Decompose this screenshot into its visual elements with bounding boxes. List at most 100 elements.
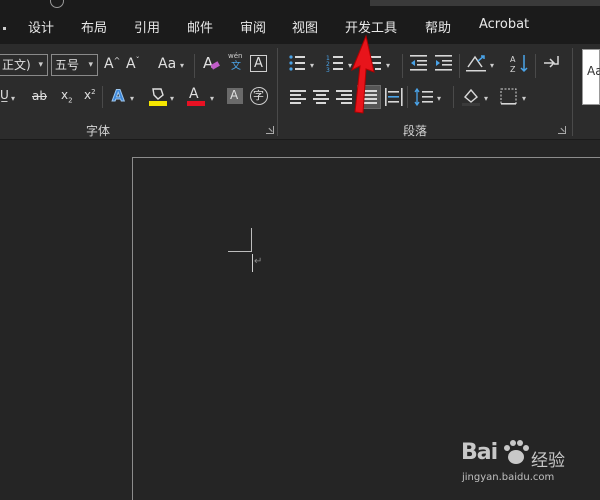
divider (407, 86, 408, 108)
sort-icon[interactable]: A Z (510, 53, 530, 75)
circle-icon[interactable] (50, 0, 64, 8)
chevron-down-icon[interactable]: ▾ (170, 94, 174, 103)
align-left-icon[interactable] (290, 90, 306, 104)
change-case-icon: Aa (158, 56, 177, 72)
svg-text:Z: Z (510, 65, 516, 74)
tab-view[interactable]: 视图 (292, 17, 318, 36)
chevron-down-icon[interactable]: ▾ (310, 61, 314, 70)
multilevel-list-icon[interactable] (364, 54, 382, 72)
phonetic-guide-button[interactable]: wén 文 (228, 53, 244, 73)
superscript-button[interactable]: x2 (84, 89, 96, 102)
numbering-icon[interactable]: 1 2 3 (326, 54, 344, 72)
chevron-down-icon[interactable]: ▾ (210, 94, 214, 103)
shrink-font-button[interactable]: Aˇ (126, 56, 140, 72)
strikethrough-icon: ab (32, 89, 47, 103)
paragraph-group-label: 段落 (403, 124, 428, 138)
chevron-down-icon[interactable]: ▾ (386, 61, 390, 70)
strikethrough-button[interactable]: ab (32, 90, 47, 102)
chevron-down-icon[interactable]: ▾ (348, 61, 352, 70)
borders-icon[interactable] (500, 88, 518, 106)
baidu-watermark: Bai 经验 jingyan.baidu.com (459, 436, 589, 492)
font-color-swatch (187, 101, 205, 106)
watermark-suffix: 经验 (531, 451, 565, 471)
distributed-icon[interactable] (385, 88, 403, 106)
svg-text:A: A (510, 55, 516, 64)
subscript-button[interactable]: x2 (61, 89, 73, 104)
caret-down-icon: ˇ (135, 56, 140, 65)
align-center-icon[interactable] (313, 90, 329, 104)
align-right-icon[interactable] (336, 90, 352, 104)
divider (459, 54, 460, 78)
tab-developer[interactable]: 开发工具 (345, 17, 397, 36)
group-divider (572, 48, 573, 136)
tab-review[interactable]: 审阅 (240, 17, 266, 36)
character-border-button[interactable]: A (250, 55, 267, 72)
style-gallery-item[interactable]: Aa (582, 49, 600, 105)
chevron-down-icon[interactable]: ▾ (437, 94, 441, 103)
ribbon: 正文) ▾ 五号 ▾ A^ Aˇ Aa ▾ A wén 文 A U̲ ▾ ab … (0, 44, 600, 140)
font-color-button[interactable]: A (186, 86, 206, 108)
style-preview-text: Aa (587, 64, 600, 78)
increase-indent-icon[interactable] (435, 55, 453, 71)
margin-corner-mark (251, 228, 252, 252)
highlighter-icon[interactable] (148, 86, 168, 108)
underline-icon: U̲ (0, 88, 9, 102)
font-name-value: 正文) (2, 58, 31, 72)
menu-edge-icon (3, 27, 6, 30)
text-effects-icon: A (111, 86, 125, 105)
decrease-indent-icon[interactable] (410, 55, 428, 71)
divider (453, 86, 454, 108)
character-shading-button[interactable]: A (227, 88, 243, 104)
chevron-down-icon[interactable]: ▾ (490, 61, 494, 70)
line-spacing-icon[interactable] (414, 88, 434, 106)
font-size-value: 五号 (55, 58, 80, 72)
enclose-char-icon: 字 (253, 89, 264, 102)
clear-formatting-icon[interactable]: A (202, 53, 220, 73)
tab-acrobat[interactable]: Acrobat (479, 17, 529, 32)
search-box[interactable] (370, 0, 600, 6)
pinyin-bottom-text: 文 (231, 61, 241, 72)
enclose-characters-button[interactable]: 字 (250, 87, 268, 105)
justify-icon (361, 90, 377, 104)
font-color-icon: A (189, 86, 199, 102)
chevron-down-icon: ▾ (38, 60, 43, 70)
tab-references[interactable]: 引用 (134, 17, 160, 36)
chevron-down-icon[interactable]: ▾ (484, 94, 488, 103)
chevron-down-icon[interactable]: ▾ (180, 61, 184, 70)
show-formatting-marks-icon[interactable] (542, 54, 562, 72)
chevron-down-icon[interactable]: ▾ (130, 94, 134, 103)
tab-layout[interactable]: 布局 (81, 17, 107, 36)
grow-font-button[interactable]: A^ (104, 56, 120, 72)
word-window: 设计 布局 引用 邮件 审阅 视图 开发工具 帮助 Acrobat 正文) ▾ … (0, 0, 600, 500)
asian-layout-icon[interactable] (466, 53, 488, 73)
shrink-font-icon: A (126, 56, 136, 72)
font-name-combo[interactable]: 正文) ▾ (0, 54, 48, 76)
font-dialog-launcher-icon[interactable] (266, 126, 274, 134)
divider (535, 54, 536, 78)
border-char-icon: A (254, 56, 263, 71)
pinyin-top-text: wén (228, 52, 243, 60)
paragraph-shading-icon[interactable] (461, 87, 481, 107)
font-size-combo[interactable]: 五号 ▾ (51, 54, 98, 76)
svg-text:A: A (203, 54, 214, 72)
tab-help[interactable]: 帮助 (425, 17, 451, 36)
ribbon-tab-bar: 设计 布局 引用 邮件 审阅 视图 开发工具 帮助 Acrobat (0, 10, 600, 44)
justify-button[interactable] (357, 85, 381, 109)
tab-mailings[interactable]: 邮件 (187, 17, 213, 36)
chevron-down-icon[interactable]: ▾ (11, 94, 15, 103)
bullets-icon[interactable] (288, 54, 306, 72)
chevron-down-icon[interactable]: ▾ (522, 94, 526, 103)
change-case-button[interactable]: Aa (158, 57, 176, 71)
subscript-mark: 2 (68, 96, 73, 105)
tab-design[interactable]: 设计 (28, 17, 54, 36)
text-effects-button[interactable]: A (111, 86, 125, 105)
divider (194, 54, 195, 78)
paw-logo-icon (504, 440, 529, 464)
paragraph-dialog-launcher-icon[interactable] (558, 126, 566, 134)
chevron-down-icon: ▾ (88, 60, 93, 70)
divider (402, 54, 403, 78)
underline-button[interactable]: U̲ (0, 89, 9, 101)
grow-font-icon: A (104, 56, 114, 72)
margin-corner-mark (228, 251, 252, 252)
svg-text:3: 3 (326, 67, 330, 72)
